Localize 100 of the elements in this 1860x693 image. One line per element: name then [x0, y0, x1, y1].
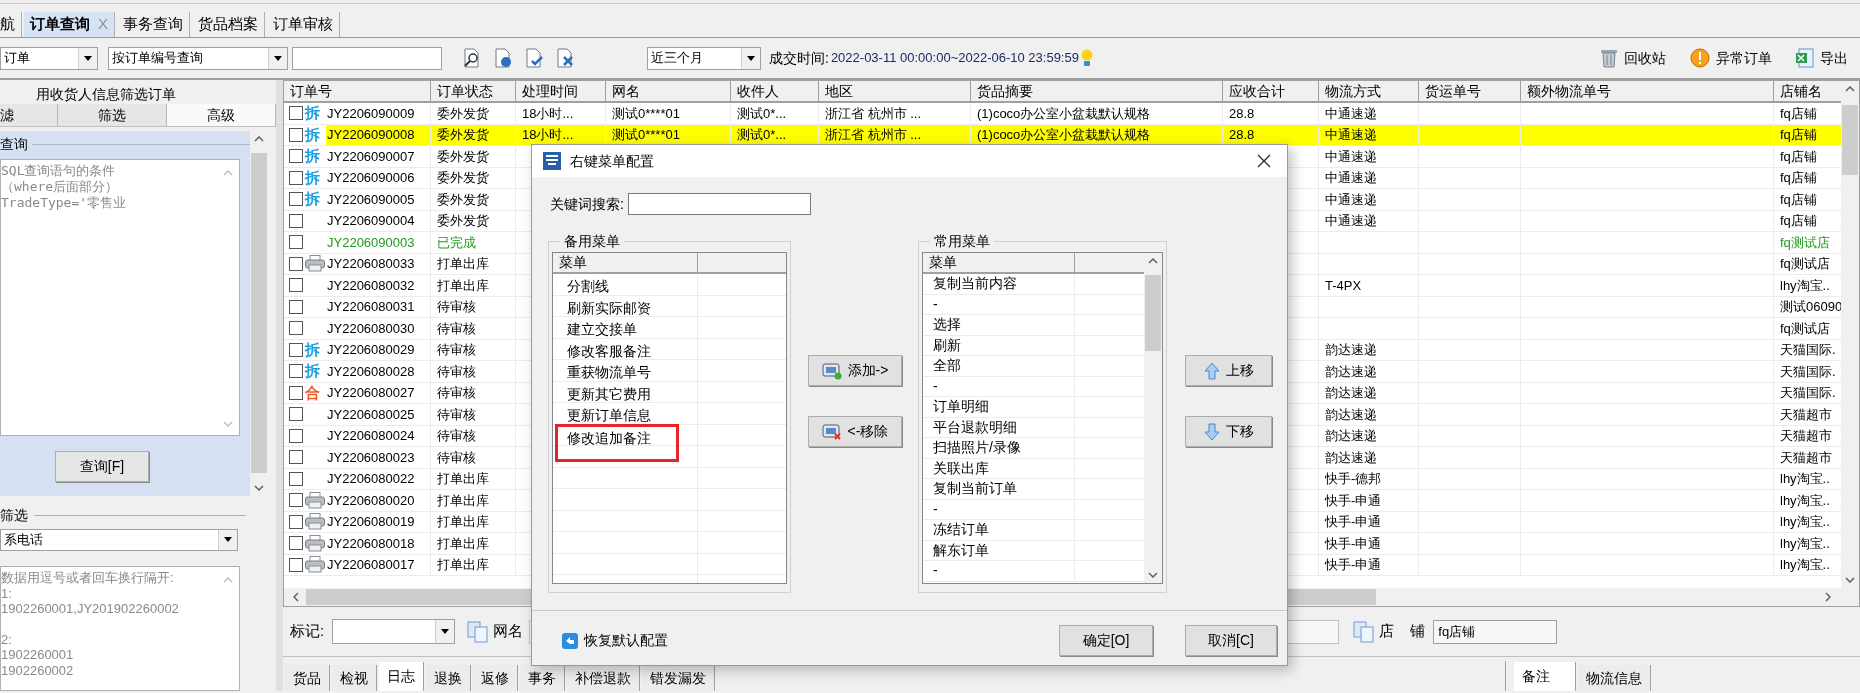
table-cell-text: T-4PX [1324, 276, 1362, 295]
table-cell-text: 韵达速递 [1324, 405, 1377, 424]
table-cell-text: JY2206080025 [326, 405, 415, 424]
table-cell-text: (1)coco办公室小盆栽默认规格 [976, 104, 1151, 123]
table-cell-text: 打单出库 [436, 470, 489, 488]
table-cell-text: 待审核 [436, 362, 476, 381]
table-cell-text: JY2206090007 [326, 147, 415, 166]
table-cell-text: 待审核 [436, 448, 476, 467]
table-cell-text: 韵达速递 [1324, 384, 1377, 402]
table-cell-text: 打单出库 [436, 276, 489, 295]
table-cell-text: 委外发货 [436, 147, 489, 166]
hint-text: 2: [1, 631, 12, 648]
table-cell-text: 快手-申通 [1324, 556, 1382, 574]
table-cell-text: JY2206090009 [326, 104, 415, 123]
table-cell-text: fq店铺 [1779, 212, 1817, 230]
table-cell-text: 待审核 [436, 319, 476, 338]
table-cell-text: 中通速递 [1324, 212, 1377, 230]
hint-text: 1: [1, 585, 12, 602]
split-tag: 合 [305, 381, 320, 404]
split-tag: 拆 [305, 166, 320, 189]
table-cell-text: JY2206080019 [326, 513, 415, 531]
table-cell-text: 18小时... [521, 104, 574, 123]
table-cell-text: JY2206090003 [326, 233, 415, 252]
table-cell-text: 天猫国际. [1779, 341, 1836, 359]
time-range: 2022-03-11 00:00:00~2022-06-10 23:59:59 [830, 49, 1079, 68]
table-cell-text: 委外发货 [436, 169, 489, 187]
table-cell-text: 已完成 [436, 233, 476, 252]
table-cell-text: JY2206080027 [326, 384, 415, 402]
table-cell-text: JY2206080031 [326, 298, 415, 316]
hint-text: 数据用逗号或者回车换行隔开: [1, 570, 174, 586]
table-cell-text: 待审核 [436, 298, 476, 316]
table-cell-text: 28.8 [1228, 126, 1255, 144]
keyword-label: 关键词搜索: [550, 194, 624, 214]
table-cell-text: 快手-申通 [1324, 534, 1382, 553]
table-cell-text: JY2206090005 [326, 190, 415, 209]
hint-text: （where后面部分） [1, 179, 119, 196]
table-cell-text: (1)coco办公室小盆栽默认规格 [976, 126, 1151, 144]
split-tag: 拆 [305, 338, 320, 361]
split-tag: 拆 [305, 360, 320, 383]
table-cell-text: 测试0*... [736, 126, 787, 144]
dialog-title: 右键菜单配置 [570, 151, 654, 171]
table-cell-text: JY2206090006 [326, 169, 415, 187]
table-cell-text: JY2206080017 [326, 556, 415, 574]
table-cell-text: lhy淘宝.. [1779, 470, 1830, 488]
table-cell-text: 打单出库 [436, 255, 489, 273]
table-cell-text: fq测试店 [1779, 255, 1830, 273]
table-cell-text: JY2206080020 [326, 491, 415, 510]
table-cell-text: fq店铺 [1779, 190, 1817, 209]
table-cell-text: lhy淘宝.. [1779, 534, 1830, 553]
table-cell-text: fq店铺 [1779, 147, 1817, 166]
table-cell-text: 中通速递 [1324, 147, 1377, 166]
table-cell-text: 天猫国际. [1779, 362, 1836, 381]
group-title: 常用菜单 [933, 232, 991, 251]
table-cell-text: 委外发货 [436, 104, 489, 123]
group-title: 筛选 [0, 506, 28, 525]
table-cell-text: JY2206090004 [326, 212, 415, 230]
table-cell-text: 天猫超市 [1779, 405, 1832, 424]
split-tag: 拆 [305, 102, 320, 125]
table-cell-text: JY2206080023 [326, 448, 415, 467]
table-cell-text: fq店铺 [1779, 126, 1817, 144]
table-cell-text: 打单出库 [436, 513, 489, 531]
hint-text: 1902260002 [1, 662, 74, 679]
table-cell-text: 委外发货 [436, 126, 489, 144]
table-cell-text: 待审核 [436, 341, 476, 359]
table-cell-text: JY2206080030 [326, 319, 415, 338]
table-cell-text: fq店铺 [1779, 169, 1817, 187]
table-cell-text: JY2206080022 [326, 470, 415, 488]
store-label: 店 铺 [1379, 621, 1426, 642]
table-cell-text: 中通速递 [1324, 169, 1377, 187]
table-cell-text: 待审核 [436, 405, 476, 424]
split-tag: 拆 [305, 145, 320, 168]
table-cell-text: 天猫超市 [1779, 448, 1832, 467]
table-cell-text: lhy淘宝.. [1779, 276, 1830, 295]
time-label: 成交时间: [769, 48, 829, 68]
table-cell-text: lhy淘宝.. [1779, 513, 1830, 531]
table-cell-text: 韵达速递 [1324, 427, 1377, 445]
table-cell-text: lhy淘宝.. [1779, 491, 1830, 510]
group-title: 备用菜单 [563, 232, 621, 251]
nickname-label: 网名 [493, 621, 524, 642]
table-cell-text: 韵达速递 [1324, 362, 1377, 381]
table-cell-text: 18小时... [521, 126, 574, 144]
mark-label: 标记: [290, 621, 325, 642]
table-cell-text: JY2206080033 [326, 255, 415, 273]
table-cell-text: 测试0****01 [611, 126, 680, 144]
hint-text: 1902260001 [1, 647, 74, 663]
table-cell-text: 韵达速递 [1324, 341, 1377, 359]
table-cell-text: JY2206080028 [326, 362, 415, 381]
table-cell-text: 测试0****01 [611, 104, 680, 123]
table-cell-text: 快手-申通 [1324, 491, 1382, 510]
table-cell-text: 打单出库 [436, 534, 489, 553]
table-cell-text: JY2206080032 [326, 276, 415, 295]
table-cell-text: 待审核 [436, 384, 476, 402]
hint-text: TradeType='零售业 [1, 195, 127, 212]
hint-text: 1902260001,JY201902260002 [1, 601, 179, 617]
table-cell-text: 28.8 [1228, 104, 1255, 123]
table-cell-text: 快手-德邦 [1324, 470, 1382, 488]
hint-text: SQL查询语句的条件 [1, 163, 116, 180]
table-cell-text: JY2206080024 [326, 427, 415, 445]
table-cell-text: 天猫超市 [1779, 427, 1832, 445]
table-cell-text: 中通速递 [1324, 190, 1377, 209]
